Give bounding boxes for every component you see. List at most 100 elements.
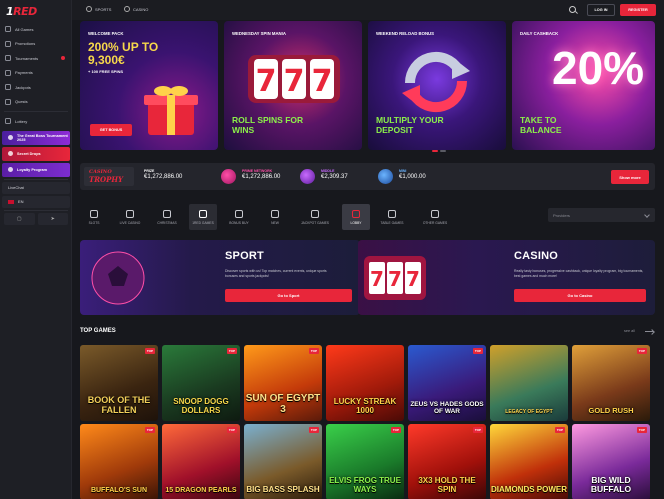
tab-sports[interactable]: SPORTS bbox=[86, 6, 111, 12]
crown-icon bbox=[8, 167, 13, 172]
top-badge: TOP bbox=[636, 348, 647, 354]
category-lobby[interactable]: LOBBY bbox=[342, 204, 370, 230]
game-tile[interactable]: BIG BASS SPLASH TOP bbox=[244, 424, 322, 499]
category-jackpot-games[interactable]: JACKPOT GAMES bbox=[298, 204, 332, 230]
sidebar-item-jackpots[interactable]: Jackpots bbox=[0, 80, 72, 95]
mobile-app-button[interactable]: ▢ bbox=[4, 212, 35, 225]
go-to-sport-button[interactable]: Go to Sport bbox=[225, 289, 352, 302]
category-slots[interactable]: SLOTS bbox=[80, 204, 108, 230]
category-christmas[interactable]: CHRISTMAS bbox=[153, 204, 181, 230]
casino-chip-icon bbox=[124, 6, 130, 12]
top-badge: TOP bbox=[472, 427, 483, 433]
providers-select[interactable]: Providers bbox=[548, 208, 655, 222]
jackpot-label: MINI bbox=[399, 169, 407, 173]
game-tile[interactable]: SUN OF EGYPT 3 TOP bbox=[244, 345, 322, 421]
promo-loyalty[interactable]: Loyalty Program bbox=[2, 162, 70, 177]
category-1red-games[interactable]: 1RED GAMES bbox=[189, 204, 217, 230]
sidebar-item-all-games[interactable]: All Games bbox=[0, 22, 72, 37]
divider bbox=[4, 209, 68, 211]
gift-box-illustration bbox=[144, 86, 198, 135]
sidebar-item-payments[interactable]: Payments bbox=[0, 66, 72, 81]
game-title: LEGACY OF EGYPT bbox=[505, 408, 553, 415]
category-bonus-buy[interactable]: BONUS BUY bbox=[225, 204, 253, 230]
search-icon[interactable] bbox=[569, 6, 576, 13]
sidebar-item-quests[interactable]: Quests bbox=[0, 95, 72, 110]
sidebar-item-promotions[interactable]: Promotions bbox=[0, 37, 72, 52]
game-tile[interactable]: BIG WILD BUFFALO TOP bbox=[572, 424, 650, 499]
category-label: CHRISTMAS bbox=[157, 220, 177, 225]
jackpot-value: €1,000.00 bbox=[399, 174, 426, 180]
arrow-right-icon[interactable] bbox=[645, 331, 654, 332]
sport-text: Discover sports with us! Top matches, cu… bbox=[225, 269, 327, 278]
carousel-dot[interactable] bbox=[432, 150, 438, 152]
game-tile[interactable]: SNOOP DOGG DOLLARS TOP bbox=[162, 345, 240, 421]
top-badge: TOP bbox=[226, 348, 237, 354]
banner-welcome[interactable]: WELCOME PACK 200% UP TO 9,300€ + 100 FRE… bbox=[80, 21, 218, 150]
game-tile[interactable]: ZEUS VS HADES GODS OF WAR TOP bbox=[408, 345, 486, 421]
banner-headline: TAKE TO BALANCE bbox=[520, 115, 562, 135]
see-all-link[interactable]: see all bbox=[624, 329, 635, 333]
seven-glyph: 7 bbox=[312, 64, 333, 99]
gift-icon bbox=[5, 40, 11, 47]
sidebar-item-lottery[interactable]: Lottery bbox=[0, 114, 72, 129]
login-button[interactable]: LOG IN bbox=[587, 4, 615, 16]
telegram-button[interactable]: ➤ bbox=[37, 212, 68, 225]
game-tile[interactable]: BOOK OF THE FALLEN TOP bbox=[80, 345, 158, 421]
banner-cashback[interactable]: DAILY CASHBACK 20% TAKE TO BALANCE bbox=[512, 21, 655, 150]
slot-777-illustration: 7 7 7 bbox=[248, 55, 340, 103]
divider bbox=[4, 111, 68, 112]
game-tile[interactable]: LEGACY OF EGYPT bbox=[490, 345, 568, 421]
uk-flag-icon bbox=[8, 199, 14, 204]
prime-chip-icon bbox=[221, 169, 236, 184]
show-more-button[interactable]: Show more bbox=[611, 170, 649, 184]
game-tile[interactable]: LUCKY STREAK 1000 bbox=[326, 345, 404, 421]
banner-headline: ROLL SPINS FOR WINS bbox=[232, 115, 304, 135]
category-table-games[interactable]: TABLE GAMES bbox=[378, 204, 406, 230]
sidebar-item-tournaments[interactable]: Tournaments bbox=[0, 51, 72, 66]
game-tile[interactable]: 15 DRAGON PEARLS TOP bbox=[162, 424, 240, 499]
category-new[interactable]: NEW bbox=[261, 204, 289, 230]
tab-casino[interactable]: CASINO bbox=[124, 6, 148, 12]
mini-chip-icon bbox=[378, 169, 393, 184]
app: 1RED All Games Promotions Tournaments Pa… bbox=[0, 0, 664, 499]
jackpot-prize: PRIZE €1,272,886.00 bbox=[144, 169, 182, 180]
game-tile[interactable]: DIAMONDS POWER TOP bbox=[490, 424, 568, 499]
logo[interactable]: 1RED bbox=[6, 5, 37, 18]
get-bonus-button[interactable]: GET BONUS bbox=[90, 124, 132, 136]
category-label: SLOTS bbox=[88, 220, 100, 225]
livechat-button[interactable]: LiveChat bbox=[2, 181, 70, 194]
promo-tournament[interactable]: The Great Boss Tournament 2025 bbox=[2, 130, 70, 145]
register-button[interactable]: REGISTER bbox=[620, 4, 656, 16]
game-tile[interactable]: GOLD RUSH TOP bbox=[572, 345, 650, 421]
go-to-casino-button[interactable]: Go to Casino bbox=[514, 289, 646, 302]
promo-secret-drops[interactable]: Secret Drops bbox=[2, 146, 70, 161]
language-select[interactable]: EN bbox=[2, 195, 70, 208]
logo-line: TROPHY bbox=[89, 175, 123, 184]
seven-glyph: 7 bbox=[284, 64, 305, 99]
game-title: BUFFALO'S SUN bbox=[90, 486, 148, 494]
game-title: BIG WILD BUFFALO bbox=[590, 475, 632, 494]
cashback-percent: 20% bbox=[552, 42, 645, 94]
sidebar-nav: All Games Promotions Tournaments Payment… bbox=[0, 22, 72, 227]
game-tile[interactable]: ELVIS FROG TRUE WAYS TOP bbox=[326, 424, 404, 499]
banner-wednesday[interactable]: WEDNESDAY SPIN MANIA 7 7 7 ROLL SPINS FO… bbox=[224, 21, 362, 150]
category-other-games[interactable]: OTHER GAMES bbox=[418, 204, 452, 230]
promo-label: The Great Boss Tournament 2025 bbox=[17, 133, 68, 142]
logo-red: RED bbox=[13, 5, 37, 18]
1red-logo-icon bbox=[199, 209, 207, 218]
category-live-casino[interactable]: LIVE CASINO bbox=[116, 204, 144, 230]
category-label: 1RED GAMES bbox=[192, 220, 214, 225]
dealer-icon bbox=[126, 209, 134, 218]
carousel-dot[interactable] bbox=[440, 150, 446, 152]
sport-title: SPORT bbox=[225, 250, 264, 262]
game-tile[interactable]: 3X3 HOLD THE SPIN TOP bbox=[408, 424, 486, 499]
banner-weekend[interactable]: WEEKEND RELOAD BONUS MULTIPLY YOUR DEPOS… bbox=[368, 21, 506, 150]
banner-headline: 200% UP TO 9,300€ bbox=[88, 40, 159, 67]
sidebar-item-label: Lottery bbox=[15, 118, 28, 124]
top-badge: TOP bbox=[636, 427, 647, 433]
banner-tag: WEDNESDAY SPIN MANIA bbox=[232, 31, 286, 36]
top-badge: TOP bbox=[390, 427, 401, 433]
game-tile[interactable]: BUFFALO'S SUN TOP bbox=[80, 424, 158, 499]
game-title: 15 DRAGON PEARLS bbox=[165, 486, 237, 494]
banner-tag: DAILY CASHBACK bbox=[520, 31, 559, 36]
